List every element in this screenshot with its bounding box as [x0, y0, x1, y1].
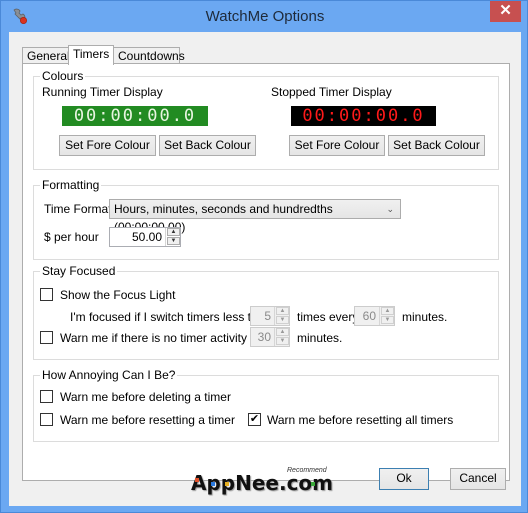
cancel-button[interactable]: Cancel	[450, 468, 506, 490]
switch-count-spinner[interactable]: 5 ▲ ▼	[250, 306, 290, 326]
every-minutes-value[interactable]: 60	[355, 307, 378, 325]
client-area: General Timers Countdowns Colours Runnin…	[9, 32, 521, 506]
colours-group-label: Colours	[40, 69, 86, 83]
how-annoying-group: How Annoying Can I Be? Warn me before de…	[33, 368, 499, 442]
inactivity-minutes-value[interactable]: 30	[251, 328, 273, 346]
spin-down-icon[interactable]: ▼	[276, 316, 289, 324]
stopped-timer-display: 00:00:00.0	[291, 106, 436, 126]
warn-inactivity-label[interactable]: Warn me if there is no timer activity af…	[60, 331, 274, 345]
ok-button[interactable]: Ok	[379, 468, 429, 490]
title-bar[interactable]: WatchMe Options ✕	[1, 1, 528, 32]
times-every-label: times every	[297, 310, 359, 324]
running-set-fore-colour-button[interactable]: Set Fore Colour	[59, 135, 156, 156]
appnee-logo-superscript: Recommend	[287, 467, 327, 474]
per-hour-value[interactable]: 50.00	[110, 228, 164, 246]
logo-blue-square	[211, 482, 215, 486]
spin-up-icon[interactable]: ▲	[381, 307, 394, 315]
show-focus-light-checkbox[interactable]	[40, 288, 53, 301]
tab-timers[interactable]: Timers	[68, 45, 114, 65]
colours-group: Colours Running Timer Display 00:00:00.0…	[33, 69, 499, 170]
timers-tab-panel: Colours Running Timer Display 00:00:00.0…	[22, 63, 510, 481]
tab-countdowns[interactable]: Countdowns	[113, 47, 185, 64]
per-hour-label: $ per hour	[44, 230, 99, 244]
close-icon: ✕	[499, 2, 512, 19]
warn-reset-label[interactable]: Warn me before resetting a timer	[60, 413, 235, 427]
checkmark-icon: ✔	[249, 413, 260, 425]
tab-general[interactable]: General	[22, 47, 70, 64]
spin-up-icon[interactable]: ▲	[276, 328, 289, 336]
chevron-down-icon: ⌄	[386, 204, 394, 214]
options-window: WatchMe Options ✕ General Timers Countdo…	[0, 0, 528, 513]
close-button[interactable]: ✕	[490, 1, 521, 22]
focused-rule-label: I'm focused if I switch timers less than	[70, 310, 272, 324]
spin-down-icon[interactable]: ▼	[167, 237, 180, 245]
warn-reset-all-label[interactable]: Warn me before resetting all timers	[267, 413, 453, 427]
warn-reset-all-checkbox[interactable]: ✔	[248, 413, 261, 426]
logo-red-square	[195, 478, 199, 482]
formatting-group-label: Formatting	[40, 178, 102, 192]
running-set-back-colour-button[interactable]: Set Back Colour	[159, 135, 256, 156]
window-title: WatchMe Options	[205, 8, 325, 25]
warn-reset-checkbox[interactable]	[40, 413, 53, 426]
every-minutes-spinner[interactable]: 60 ▲ ▼	[354, 306, 395, 326]
minutes-label: minutes.	[402, 310, 448, 324]
switch-count-value[interactable]: 5	[251, 307, 273, 325]
per-hour-spinner[interactable]: 50.00 ▲ ▼	[109, 227, 181, 247]
time-format-label: Time Format	[44, 202, 112, 216]
time-format-select[interactable]: Hours, minutes, seconds and hundredths (…	[109, 199, 401, 234]
logo-green-square	[311, 482, 315, 486]
show-focus-light-label[interactable]: Show the Focus Light	[60, 288, 175, 302]
stopped-set-back-colour-button[interactable]: Set Back Colour	[388, 135, 485, 156]
inactivity-minutes-label: minutes.	[297, 331, 343, 345]
warn-delete-label[interactable]: Warn me before deleting a timer	[60, 390, 231, 404]
appnee-logo: AppNee.com Recommend	[191, 467, 341, 495]
warn-delete-checkbox[interactable]	[40, 390, 53, 403]
running-timer-display: 00:00:00.0	[62, 106, 208, 126]
formatting-group: Formatting Time Format Hours, minutes, s…	[33, 178, 499, 260]
stay-focused-group: Stay Focused Show the Focus Light I'm fo…	[33, 264, 499, 360]
stopped-timer-label: Stopped Timer Display	[271, 85, 392, 99]
spin-up-icon[interactable]: ▲	[276, 307, 289, 315]
warn-inactivity-checkbox[interactable]	[40, 331, 53, 344]
spin-up-icon[interactable]: ▲	[167, 228, 180, 236]
stopped-set-fore-colour-button[interactable]: Set Fore Colour	[289, 135, 385, 156]
how-annoying-group-label: How Annoying Can I Be?	[40, 368, 178, 382]
spin-down-icon[interactable]: ▼	[276, 337, 289, 345]
running-timer-label: Running Timer Display	[42, 85, 163, 99]
stay-focused-group-label: Stay Focused	[40, 264, 118, 278]
spin-down-icon[interactable]: ▼	[381, 316, 394, 324]
inactivity-minutes-spinner[interactable]: 30 ▲ ▼	[250, 327, 290, 347]
logo-yellow-square	[225, 482, 229, 486]
